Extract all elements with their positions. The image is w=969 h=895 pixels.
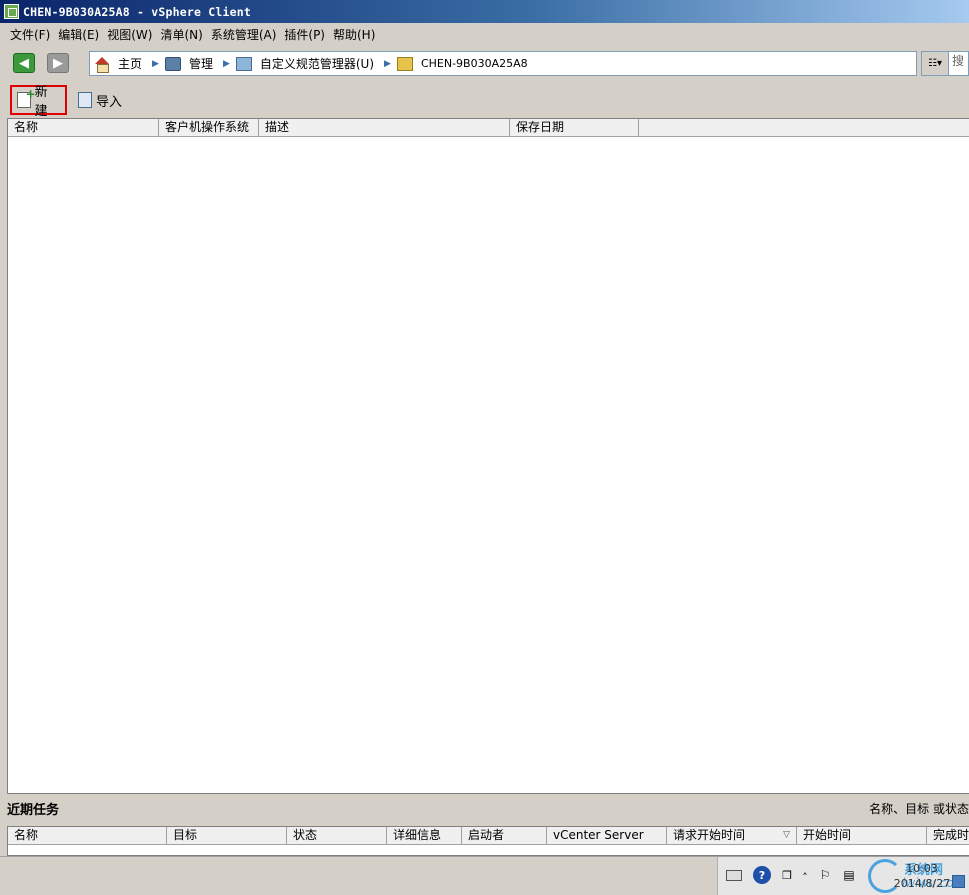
new-spec-button[interactable]: 新建 — [10, 85, 67, 119]
customization-specs-icon — [235, 56, 252, 71]
breadcrumb-vcenter[interactable]: ▶ CHEN-9B030A25A8 — [384, 56, 528, 71]
vcenter-server-icon — [396, 56, 413, 71]
column-header-name[interactable]: 名称 — [8, 119, 159, 136]
forward-button[interactable]: ▶ — [47, 53, 69, 73]
window-title: CHEN-9B030A25A8 - vSphere Client — [23, 4, 251, 19]
breadcrumb-home[interactable]: 主页 — [94, 55, 143, 73]
breadcrumb-label: 管理 — [188, 57, 213, 71]
tray-clock[interactable]: 10:03 2014/8/27 — [890, 861, 954, 891]
task-column-initiator[interactable]: 启动者 — [462, 827, 547, 844]
search-scope-button[interactable]: ☷▾ — [921, 51, 949, 76]
menu-administration[interactable]: 系统管理(A) — [211, 26, 277, 43]
system-tray: ? ❐ ˄ ⚐ ▤ 系统网 iwiwu.com 10:03 2014/8/27 — [717, 857, 969, 895]
task-column-details[interactable]: 详细信息 — [387, 827, 462, 844]
status-bar: ? ❐ ˄ ⚐ ▤ 系统网 iwiwu.com 10:03 2014/8/27 — [0, 856, 969, 895]
task-column-name[interactable]: 名称 — [8, 827, 167, 844]
menu-edit[interactable]: 编辑(E) — [58, 26, 99, 43]
show-desktop-button[interactable] — [952, 875, 965, 888]
help-icon[interactable]: ? — [753, 866, 771, 884]
column-header-save-date[interactable]: 保存日期 — [510, 119, 639, 136]
breadcrumb-administration[interactable]: ▶ 管理 — [152, 55, 213, 72]
breadcrumb-separator-icon: ▶ — [384, 58, 391, 69]
task-column-status[interactable]: 状态 — [287, 827, 387, 844]
import-label: 导入 — [96, 94, 123, 110]
task-column-start-time[interactable]: 开始时间 — [797, 827, 927, 844]
recent-tasks-title: 近期任务 — [7, 803, 60, 818]
menu-plugins[interactable]: 插件(P) — [284, 26, 325, 43]
search-scope-icon: ☷▾ — [928, 58, 942, 69]
breadcrumb-customization-specs[interactable]: ▶ 自定义规范管理器(U) — [223, 55, 374, 72]
recent-tasks-list[interactable]: 名称 目标 状态 详细信息 启动者 vCenter Server 请求开始时间 … — [7, 826, 969, 856]
home-icon — [94, 56, 110, 73]
menu-bar: 文件(F) 编辑(E) 视图(W) 清单(N) 系统管理(A) 插件(P) 帮助… — [0, 23, 969, 45]
restore-window-icon[interactable]: ❐ — [778, 866, 796, 884]
network-icon[interactable]: ▤ — [840, 866, 858, 884]
search-area: ☷▾ 搜 — [921, 51, 969, 76]
vsphere-app-icon — [4, 4, 19, 19]
window-titlebar: CHEN-9B030A25A8 - vSphere Client — [0, 0, 969, 23]
breadcrumb-label: 主页 — [118, 57, 143, 71]
task-column-requested-start[interactable]: 请求开始时间 ▽ — [667, 827, 797, 844]
task-column-completed[interactable]: 完成时 — [927, 827, 969, 844]
sort-descending-icon: ▽ — [783, 830, 790, 840]
recent-tasks-header: 名称 目标 状态 详细信息 启动者 vCenter Server 请求开始时间 … — [8, 827, 969, 845]
toolbar: 新建 导入 — [0, 84, 969, 119]
spec-list[interactable]: 名称 客户机操作系统 描述 保存日期 — [7, 118, 969, 794]
flag-icon[interactable]: ⚐ — [816, 866, 834, 884]
new-document-icon — [17, 87, 35, 108]
breadcrumb-label: 自定义规范管理器(U) — [259, 57, 375, 71]
arrow-left-icon: ◀ — [19, 55, 29, 71]
arrow-right-icon: ▶ — [53, 55, 63, 71]
menu-inventory[interactable]: 清单(N) — [160, 26, 202, 43]
new-label: 新建 — [34, 85, 48, 119]
breadcrumb-label: CHEN-9B030A25A8 — [420, 57, 528, 70]
menu-view[interactable]: 视图(W) — [107, 26, 152, 43]
column-header-filler — [639, 119, 969, 136]
back-button[interactable]: ◀ — [13, 53, 35, 73]
task-column-target[interactable]: 目标 — [167, 827, 287, 844]
keyboard-icon[interactable] — [725, 866, 743, 884]
spec-list-header: 名称 客户机操作系统 描述 保存日期 — [8, 119, 969, 137]
column-header-description[interactable]: 描述 — [259, 119, 510, 136]
menu-help[interactable]: 帮助(H) — [333, 26, 375, 43]
recent-tasks-filter[interactable]: 名称、目标 或状态 — [869, 800, 969, 817]
task-column-vcenter[interactable]: vCenter Server — [547, 827, 667, 844]
breadcrumb: 主页 ▶ 管理 ▶ 自定义规范管理器(U) ▶ CHEN-9B030A25A8 — [89, 51, 917, 76]
clock-date: 2014/8/27 — [893, 877, 951, 890]
breadcrumb-separator-icon: ▶ — [152, 58, 159, 69]
column-header-guest-os[interactable]: 客户机操作系统 — [159, 119, 259, 136]
clock-time: 10:03 — [906, 862, 938, 875]
navigation-bar: ◀ ▶ 主页 ▶ 管理 ▶ 自定义规范管理器(U) ▶ CHEN-9B030A2… — [0, 47, 969, 81]
administration-icon — [164, 56, 181, 71]
breadcrumb-separator-icon: ▶ — [222, 58, 230, 69]
import-button[interactable]: 导入 — [73, 85, 127, 115]
task-column-requested-start-label: 请求开始时间 — [673, 828, 746, 842]
menu-file[interactable]: 文件(F) — [10, 26, 50, 43]
chevron-up-icon[interactable]: ˄ — [796, 868, 814, 886]
search-input[interactable]: 搜 — [949, 51, 969, 76]
import-icon — [78, 92, 92, 108]
